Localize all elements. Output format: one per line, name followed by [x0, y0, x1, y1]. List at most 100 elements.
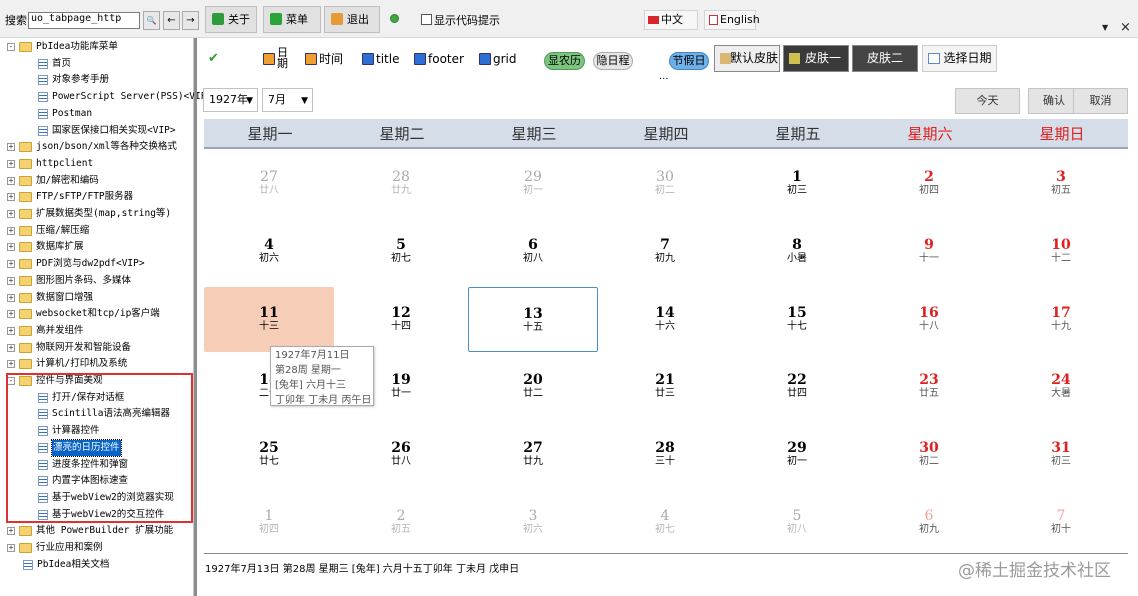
search-input[interactable]: uo_tabpage_http	[28, 12, 140, 29]
expand-icon[interactable]: +	[7, 226, 15, 235]
calendar-day-cell[interactable]: 5 初八	[732, 490, 862, 555]
tree-folder[interactable]: + 其他 PowerBuilder 扩展功能	[0, 523, 194, 539]
tree-folder[interactable]: - PbIdea功能库菜单	[0, 39, 194, 55]
calendar-day-cell[interactable]: 17 十九	[996, 287, 1126, 352]
calendar-day-cell[interactable]: 15 十七	[732, 287, 862, 352]
expand-icon[interactable]: +	[7, 159, 15, 168]
close-icon[interactable]: ×	[1120, 20, 1131, 35]
month-select[interactable]: 7月 ▼	[262, 88, 313, 112]
expand-icon[interactable]: +	[7, 293, 15, 302]
tree-item[interactable]: 基于webView2的交互控件	[0, 507, 194, 523]
calendar-day-cell[interactable]: 28 三十	[600, 422, 730, 487]
hide-schedule-button[interactable]: 隐日程	[593, 52, 633, 70]
calendar-day-cell[interactable]: 4 初六	[204, 219, 334, 284]
pick-date-button[interactable]: 选择日期	[922, 45, 997, 72]
tree-folder[interactable]: + 压缩/解压缩	[0, 223, 194, 239]
tree-folder[interactable]: + 数据库扩展	[0, 239, 194, 255]
calendar-day-cell[interactable]: 16 十八	[864, 287, 994, 352]
search-button[interactable]: 🔍	[143, 11, 160, 30]
expand-icon[interactable]: +	[7, 326, 15, 335]
calendar-day-cell[interactable]: 28 廿九	[336, 151, 466, 216]
calendar-day-cell[interactable]: 1 初四	[204, 490, 334, 555]
calendar-day-cell[interactable]: 3 初六	[468, 490, 598, 555]
calendar-day-cell[interactable]: 30 初二	[600, 151, 730, 216]
calendar-day-cell[interactable]: 20 廿二	[468, 354, 598, 419]
lang-english-button[interactable]: English	[704, 10, 760, 30]
calendar-day-cell[interactable]: 22 廿四	[732, 354, 862, 419]
holiday-button[interactable]: 节假日	[669, 52, 709, 70]
tree-folder[interactable]: + 加/解密和编码	[0, 173, 194, 189]
calendar-day-cell[interactable]: 29 初一	[732, 422, 862, 487]
tree-folder[interactable]: + 扩展数据类型(map,string等)	[0, 206, 194, 222]
expand-icon[interactable]: +	[7, 193, 15, 202]
year-select[interactable]: 1927年 ▼	[203, 88, 258, 112]
back-button[interactable]: ←	[163, 11, 180, 30]
collapse-icon[interactable]: -	[7, 377, 15, 385]
tree-item[interactable]: 打开/保存对话框	[0, 390, 194, 406]
tree-item[interactable]: 漂亮的日历控件	[0, 438, 194, 457]
calendar-day-cell[interactable]: 13 十五	[468, 286, 598, 352]
tree-item[interactable]: 内置字体图标速查	[0, 473, 194, 489]
calendar-day-cell[interactable]: 12 十四	[336, 287, 466, 352]
expand-icon[interactable]: +	[7, 210, 15, 218]
collapse-icon[interactable]: -	[7, 43, 15, 51]
tree-item[interactable]: 国家医保接口相关实现<VIP>	[0, 123, 194, 139]
calendar-day-cell[interactable]: 1 初三	[732, 151, 862, 216]
menu-button[interactable]: 菜单	[263, 6, 321, 33]
dropdown-icon[interactable]: ▼	[1102, 23, 1108, 32]
calendar-day-cell[interactable]: 2 初四	[864, 151, 994, 216]
calendar-day-cell[interactable]: 31 初三	[996, 422, 1126, 487]
today-button[interactable]: 今天	[955, 88, 1020, 114]
show-lunar-button[interactable]: 显农历	[544, 52, 585, 70]
tree-splitter[interactable]	[194, 38, 197, 596]
expand-icon[interactable]: +	[7, 310, 15, 319]
tree-item[interactable]: PowerScript Server(PSS)<VIP>	[0, 89, 212, 105]
tree-item[interactable]: 基于webView2的浏览器实现	[0, 490, 194, 506]
tree-folder[interactable]: + httpclient	[0, 156, 194, 172]
tree-folder[interactable]: + 图形图片条码、多媒体	[0, 273, 194, 289]
calendar-day-cell[interactable]: 6 初九	[864, 490, 994, 555]
calendar-day-cell[interactable]: 7 初九	[600, 219, 730, 284]
expand-icon[interactable]: +	[7, 243, 15, 252]
calendar-day-cell[interactable]: 10 十二	[996, 219, 1126, 284]
expand-icon[interactable]: +	[7, 143, 15, 152]
expand-icon[interactable]: +	[7, 527, 15, 536]
calendar-day-cell[interactable]: 27 廿九	[468, 422, 598, 487]
tree-folder[interactable]: + FTP/sFTP/FTP服务器	[0, 189, 194, 205]
cancel-button[interactable]: 取消	[1073, 88, 1128, 114]
calendar-day-cell[interactable]: 7 初十	[996, 490, 1126, 555]
tree-folder[interactable]: - 控件与界面美观	[0, 373, 194, 389]
skin-two-button[interactable]: 皮肤二	[852, 45, 918, 72]
calendar-day-cell[interactable]: 23 廿五	[864, 354, 994, 419]
expand-icon[interactable]: +	[7, 544, 15, 552]
more-ellipsis[interactable]: ...	[659, 71, 669, 82]
exit-button[interactable]: 退出	[324, 6, 380, 33]
tree-folder[interactable]: + json/bson/xml等各种交换格式	[0, 139, 194, 155]
tree-folder[interactable]: + 计算机/打印机及系统	[0, 356, 194, 372]
calendar-day-cell[interactable]: 8 小暑	[732, 219, 862, 284]
show-code-checkbox[interactable]	[421, 14, 432, 25]
expand-icon[interactable]: +	[7, 176, 15, 185]
calendar-day-cell[interactable]: 14 十六	[600, 287, 730, 352]
tree-folder[interactable]: + 行业应用和案例	[0, 540, 194, 556]
calendar-day-cell[interactable]: 9 十一	[864, 219, 994, 284]
tree-item[interactable]: Postman	[0, 106, 194, 122]
calendar-day-cell[interactable]: 5 初七	[336, 219, 466, 284]
skin-one-button[interactable]: 皮肤一	[783, 45, 849, 72]
calendar-day-cell[interactable]: 27 廿八	[204, 151, 334, 216]
expand-icon[interactable]: +	[7, 276, 15, 285]
calendar-day-cell[interactable]: 6 初八	[468, 219, 598, 284]
tree-item[interactable]: Scintilla语法高亮编辑器	[0, 406, 194, 422]
calendar-day-cell[interactable]: 2 初五	[336, 490, 466, 555]
expand-icon[interactable]: +	[7, 260, 15, 269]
calendar-day-cell[interactable]: 25 廿七	[204, 422, 334, 487]
calendar-day-cell[interactable]: 26 廿八	[336, 422, 466, 487]
tree-item[interactable]: 进度条控件和弹窗	[0, 457, 194, 473]
calendar-day-cell[interactable]: 4 初七	[600, 490, 730, 555]
forward-button[interactable]: →	[182, 11, 199, 30]
calendar-day-cell[interactable]: 21 廿三	[600, 354, 730, 419]
tree-folder[interactable]: + PDF浏览与dw2pdf<VIP>	[0, 256, 194, 272]
calendar-day-cell[interactable]: 24 大暑	[996, 354, 1126, 419]
tree-item[interactable]: 计算器控件	[0, 423, 194, 439]
tree-folder[interactable]: + 高并发组件	[0, 323, 194, 339]
